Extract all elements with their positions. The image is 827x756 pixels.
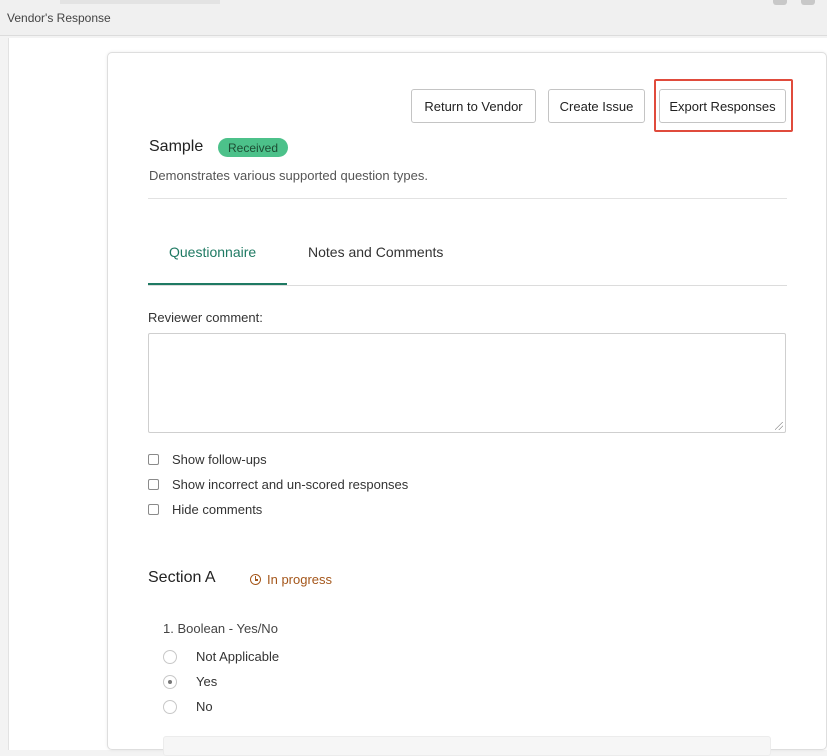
clock-icon <box>250 574 261 585</box>
window-control-icon[interactable] <box>773 0 787 5</box>
reviewer-comment-textarea[interactable] <box>148 333 786 433</box>
choice-yes[interactable]: Yes <box>163 674 217 689</box>
tab-questionnaire[interactable]: Questionnaire <box>169 244 256 260</box>
choice-label: No <box>196 699 213 714</box>
radio-yes[interactable] <box>163 674 177 689</box>
question-text: 1. Boolean - Yes/No <box>163 621 278 636</box>
page-description: Demonstrates various supported question … <box>149 168 428 183</box>
show-incorrect-option[interactable]: Show incorrect and un-scored responses <box>148 477 408 492</box>
choice-label: Not Applicable <box>196 649 280 664</box>
export-highlight-box <box>654 79 793 132</box>
show-follow-ups-checkbox[interactable] <box>148 454 159 465</box>
hide-comments-checkbox[interactable] <box>148 504 159 515</box>
radio-no[interactable] <box>163 699 177 714</box>
status-badge: Received <box>218 138 289 157</box>
return-to-vendor-button[interactable]: Return to Vendor <box>411 89 536 123</box>
choice-label: Yes <box>196 674 218 689</box>
radio-not-applicable[interactable] <box>163 649 177 664</box>
active-tab-underline <box>148 283 287 285</box>
show-incorrect-checkbox[interactable] <box>148 479 159 490</box>
section-title: Section A <box>148 569 216 586</box>
choice-not-applicable[interactable]: Not Applicable <box>163 649 279 664</box>
choice-no[interactable]: No <box>163 699 213 714</box>
show-incorrect-label: Show incorrect and un-scored responses <box>172 477 409 492</box>
answer-panel <box>163 736 771 756</box>
page-title: Sample <box>149 138 204 155</box>
hide-comments-option[interactable]: Hide comments <box>148 502 262 517</box>
header-divider <box>148 198 787 199</box>
window-title-bar: Vendor's Response <box>0 0 827 36</box>
section-status-label: In progress <box>267 572 333 587</box>
resize-grip-icon[interactable] <box>775 422 783 430</box>
tab-bar-line <box>148 285 787 286</box>
show-follow-ups-option[interactable]: Show follow-ups <box>148 452 267 467</box>
create-issue-button[interactable]: Create Issue <box>548 89 645 123</box>
window-top-fade <box>60 0 220 4</box>
tab-notes-and-comments[interactable]: Notes and Comments <box>308 244 443 260</box>
hide-comments-label: Hide comments <box>172 502 263 517</box>
window-controls <box>773 0 815 6</box>
window-control-icon[interactable] <box>801 0 815 5</box>
section-status: In progress <box>250 572 332 587</box>
show-follow-ups-label: Show follow-ups <box>172 452 267 467</box>
reviewer-comment-label: Reviewer comment: <box>148 310 263 325</box>
window-title: Vendor's Response <box>7 11 111 25</box>
